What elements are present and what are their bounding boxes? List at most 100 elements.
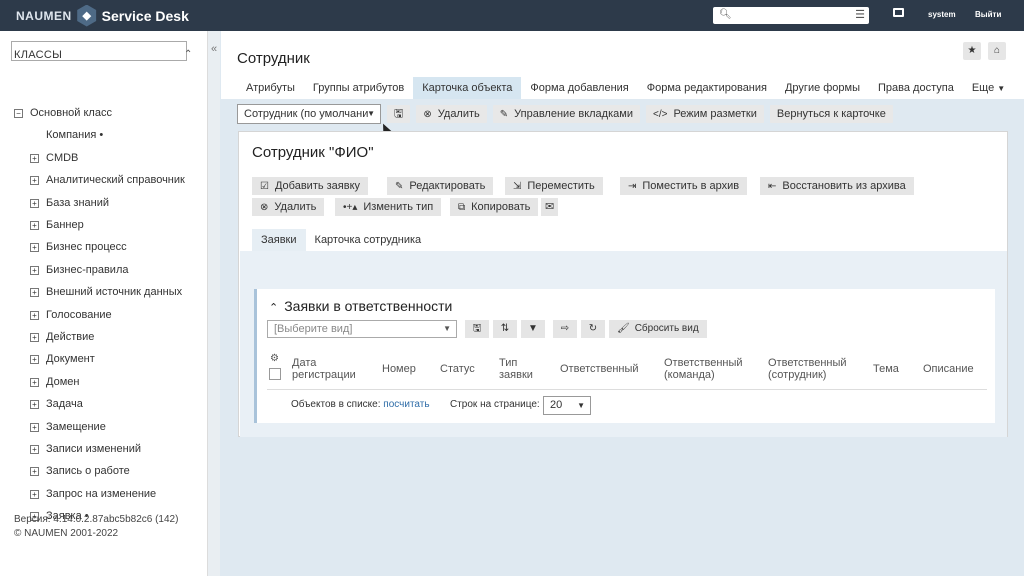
column-header[interactable]: Ответственный (сотрудник) [768, 357, 858, 381]
delete-button[interactable]: ⊗ Удалить [416, 105, 487, 123]
logout-link[interactable]: Выйти [975, 10, 1001, 19]
delete-object-button[interactable]: ⊗ Удалить [252, 198, 325, 216]
chevron-up-icon[interactable]: ⌃ [184, 49, 192, 60]
search-settings-icon[interactable]: ☰ [855, 8, 865, 21]
tab-employee-card[interactable]: Карточка сотрудника [306, 229, 431, 251]
expand-icon[interactable]: + [30, 399, 39, 409]
change-type-button[interactable]: •+▴ Изменить тип [335, 198, 442, 216]
panel-title[interactable]: ⌃ Заявки в ответственности [269, 298, 452, 314]
column-header[interactable]: Ответственный [560, 363, 639, 375]
expand-icon[interactable]: + [30, 198, 39, 208]
expand-icon[interactable]: + [30, 377, 39, 387]
rows-per-page-select[interactable]: 20 ▼ [543, 396, 591, 415]
tree-item[interactable]: + Запись о работе [30, 465, 130, 477]
export-button[interactable]: ⇨ [553, 320, 577, 338]
card-tab-content: ⌃ Заявки в ответственности [Выберите вид]… [240, 251, 1007, 437]
view-select[interactable]: [Выберите вид] ▼ [267, 320, 457, 338]
classes-heading[interactable]: КЛАССЫ [14, 49, 62, 61]
expand-icon[interactable]: + [30, 422, 39, 432]
chevron-up-icon[interactable]: ⌃ [269, 302, 278, 314]
tab-add-form[interactable]: Форма добавления [521, 77, 637, 99]
column-header[interactable]: Тема [873, 363, 899, 375]
manage-tabs-button[interactable]: ✎ Управление вкладками [492, 105, 640, 123]
restore-button[interactable]: ⇤ Восстановить из архива [760, 177, 914, 195]
column-header[interactable]: Ответственный (команда) [664, 357, 754, 381]
expand-icon[interactable]: + [30, 153, 39, 163]
column-header[interactable]: Статус [440, 363, 475, 375]
sort-button[interactable]: ⇅ [493, 320, 517, 338]
column-header[interactable]: Номер [382, 363, 416, 375]
monitor-icon[interactable] [893, 8, 904, 17]
column-header[interactable]: Тип заявки [499, 357, 539, 381]
add-request-button[interactable]: ☑ Добавить заявку [252, 177, 369, 195]
expand-icon[interactable]: + [30, 444, 39, 454]
tree-item[interactable]: + Действие [30, 331, 94, 343]
tree-item[interactable]: + Бизнес процесс [30, 241, 127, 253]
tab-access-rights[interactable]: Права доступа [869, 77, 963, 99]
collapse-sidebar-button[interactable]: « [208, 31, 220, 576]
reset-view-button[interactable]: 🖌︎ Сбросить вид [609, 320, 707, 338]
tab-edit-form[interactable]: Форма редактирования [638, 77, 776, 99]
close-circle-icon: ⊗ [260, 202, 269, 213]
refresh-button[interactable]: ↻ [581, 320, 605, 338]
expand-icon[interactable]: + [30, 287, 39, 297]
tree-item[interactable]: + Бизнес-правила [30, 264, 128, 276]
column-header[interactable]: Дата регистрации [292, 357, 362, 381]
move-button[interactable]: ⇲ Переместить [505, 177, 603, 195]
save-button[interactable]: 🖫 [387, 105, 411, 123]
tree-item[interactable]: + Голосование [30, 309, 112, 321]
tree-item[interactable]: + Документ [30, 353, 95, 365]
tree-item[interactable]: + Задача [30, 398, 83, 410]
back-to-card-button[interactable]: Вернуться к карточке [769, 105, 893, 123]
global-search-input[interactable]: 🔍︎ ☰ [713, 7, 869, 24]
tab-other-forms[interactable]: Другие формы [776, 77, 869, 99]
collapse-icon[interactable]: − [14, 108, 23, 118]
tree-item[interactable]: + CMDB [30, 152, 78, 164]
tree-item[interactable]: + Запрос на изменение [30, 488, 156, 500]
card-template-select[interactable]: Сотрудник (по умолчани ▼ [237, 104, 381, 124]
markup-mode-button[interactable]: </> Режим разметки [645, 105, 764, 123]
expand-icon[interactable]: + [30, 466, 39, 476]
save-view-button[interactable]: 🖫 [465, 320, 489, 338]
edit-button[interactable]: ✎ Редактировать [387, 177, 494, 195]
tree-item[interactable]: + Записи изменений [30, 443, 141, 455]
tab-more[interactable]: Еще ▼ [963, 77, 1014, 99]
tree-item-label: Аналитический справочник [46, 174, 185, 186]
expand-icon[interactable]: + [30, 310, 39, 320]
archive-button[interactable]: ⇥ Поместить в архив [620, 177, 748, 195]
app-logo[interactable]: NAUMEN ◆ Service Desk [16, 4, 189, 27]
home-icon[interactable]: ⌂ [988, 42, 1006, 60]
button-label: Восстановить из архива [782, 180, 906, 192]
star-icon[interactable]: ★ [963, 42, 981, 60]
user-name[interactable]: system [928, 10, 956, 19]
copy-button[interactable]: ⧉ Копировать [450, 198, 539, 216]
expand-icon[interactable]: + [30, 220, 39, 230]
tree-item[interactable]: + Домен [30, 376, 79, 388]
tree-item[interactable]: + Баннер [30, 219, 84, 231]
select-all-checkbox[interactable] [269, 368, 281, 380]
rows-value: 20 [550, 399, 563, 411]
tab-attribute-groups[interactable]: Группы атрибутов [304, 77, 413, 99]
tree-item-root[interactable]: − Основной класс [14, 107, 112, 119]
tab-object-card[interactable]: Карточка объекта [413, 77, 522, 99]
caret-down-icon: ▼ [367, 109, 375, 118]
filter-button[interactable]: ▼ [521, 320, 545, 338]
tab-attributes[interactable]: Атрибуты [237, 77, 304, 99]
gear-icon[interactable]: ⚙ [270, 353, 279, 364]
tree-item[interactable]: + Внешний источник данных [30, 286, 182, 298]
tab-requests[interactable]: Заявки [252, 229, 306, 251]
expand-icon[interactable]: + [30, 175, 39, 185]
expand-icon[interactable]: + [30, 354, 39, 364]
expand-icon[interactable]: + [30, 242, 39, 252]
email-button[interactable]: ✉ [541, 198, 559, 216]
expand-icon[interactable]: + [30, 265, 39, 275]
view-select-value: [Выберите вид] [274, 323, 353, 335]
column-header[interactable]: Описание [923, 363, 974, 375]
tree-item[interactable]: Компания • [46, 129, 103, 141]
tree-item[interactable]: + База знаний [30, 197, 109, 209]
count-link[interactable]: посчитать [383, 399, 429, 410]
tree-item[interactable]: + Замещение [30, 421, 106, 433]
expand-icon[interactable]: + [30, 332, 39, 342]
tree-item[interactable]: + Аналитический справочник [30, 174, 185, 186]
expand-icon[interactable]: + [30, 489, 39, 499]
